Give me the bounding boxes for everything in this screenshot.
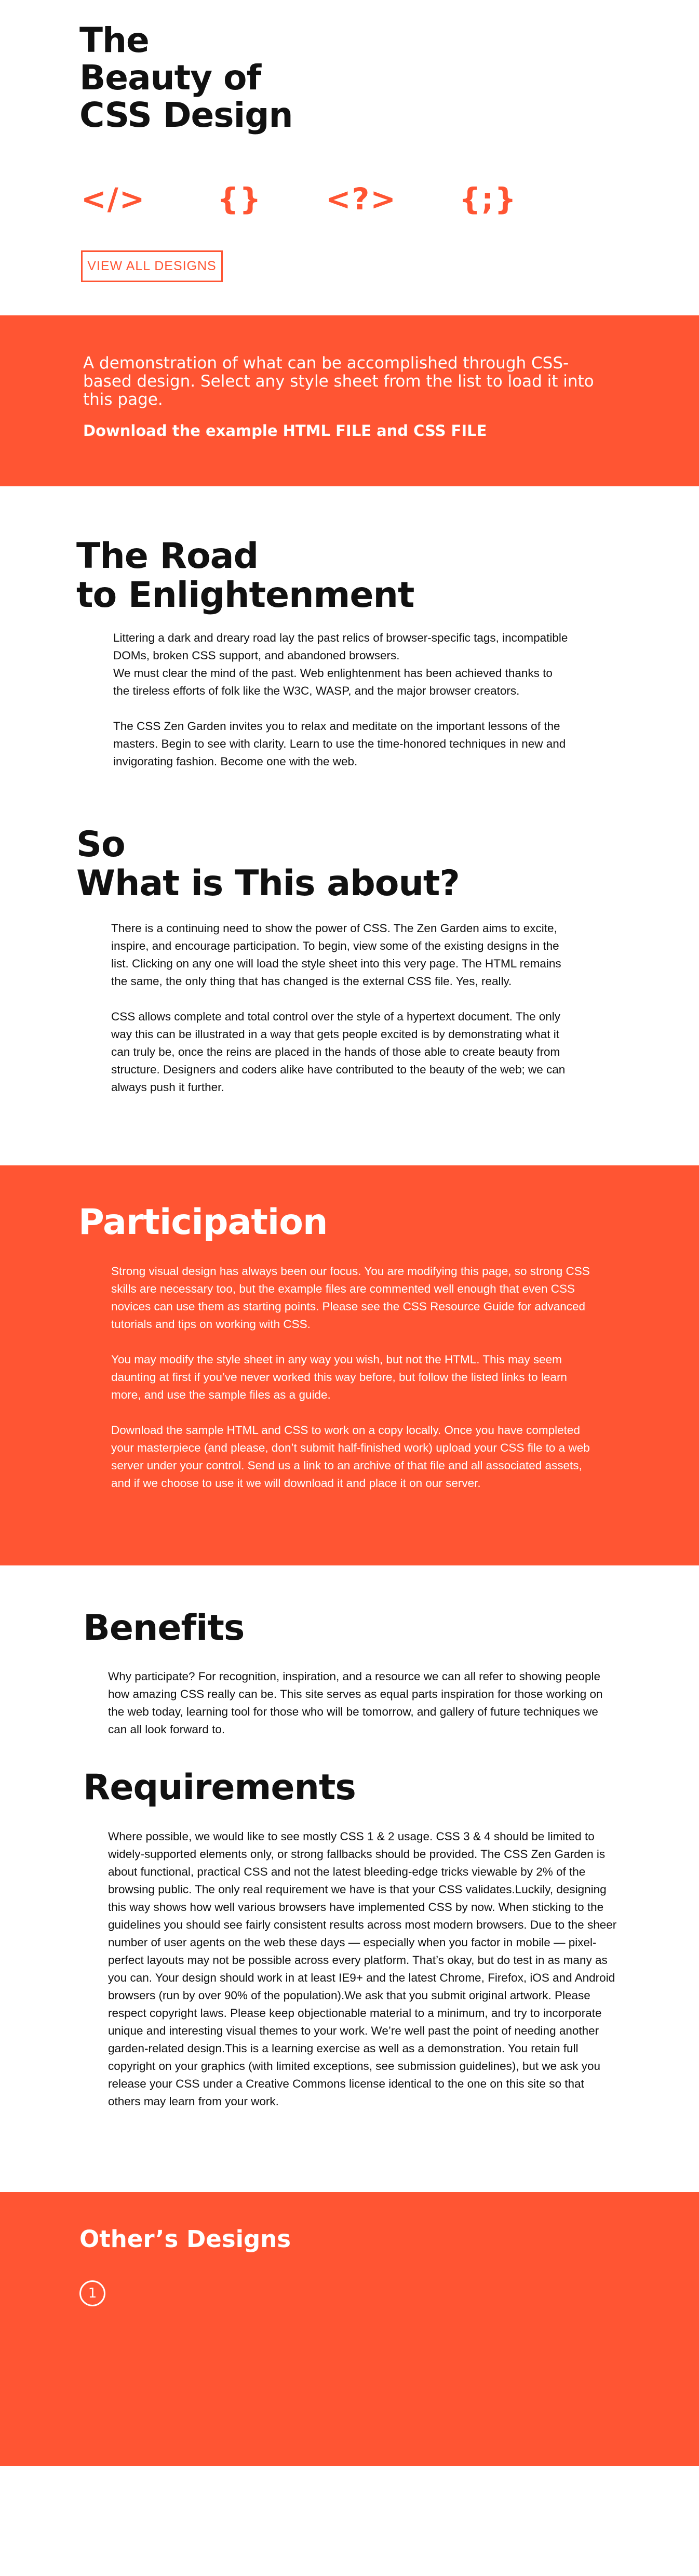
download-prefix: Download the example	[83, 422, 283, 440]
other-designs-title: Other’s Designs	[79, 2225, 291, 2253]
benefits-requirements-section: Benefits Why participate? For recognitio…	[0, 1565, 699, 2192]
main-content-section: The Road to Enlightenment Littering a da…	[0, 486, 699, 1165]
participation-paragraph: Download the sample HTML and CSS to work…	[111, 1424, 590, 1490]
html-file-link[interactable]: HTML FILE	[283, 422, 371, 440]
road-title-line: to Enlightenment	[76, 575, 414, 616]
css-file-link[interactable]: CSS FILE	[413, 422, 487, 440]
page-header: The Beauty of CSS Design </> {} <?> {;} …	[0, 0, 699, 315]
site-title: The Beauty of CSS Design	[79, 20, 293, 135]
about-paragraph: CSS allows complete and total control ov…	[111, 1010, 566, 1094]
participation-text: Strong visual design has always been our…	[111, 1263, 599, 1492]
other-designs-section: Other’s Designs 1	[0, 2192, 699, 2466]
about-title: So What is This about?	[76, 825, 460, 903]
about-title-line: So	[76, 824, 126, 865]
participation-paragraph: Strong visual design has always been our…	[111, 1265, 590, 1331]
road-paragraph: We must clear the mind of the past. Web …	[113, 667, 553, 697]
participation-section: Participation Strong visual design has a…	[0, 1165, 699, 1565]
page-number-button[interactable]: 1	[79, 2280, 105, 2306]
benefits-text: Why participate? For recognition, inspir…	[108, 1668, 617, 1738]
participation-title: Participation	[78, 1202, 328, 1243]
road-title: The Road to Enlightenment	[76, 537, 414, 615]
road-text: Littering a dark and dreary road lay the…	[113, 629, 570, 771]
about-title-line: What is This about?	[76, 863, 460, 904]
curly-braces-icon: {}	[217, 181, 262, 217]
download-middle: and	[371, 422, 414, 440]
about-text: There is a continuing need to show the p…	[111, 920, 579, 1096]
php-tag-icon: <?>	[326, 181, 397, 217]
road-paragraph: The CSS Zen Garden invites you to relax …	[113, 720, 566, 768]
requirements-paragraph: Where possible, we would like to see mos…	[108, 1830, 617, 2108]
requirements-text: Where possible, we would like to see mos…	[108, 1828, 620, 2110]
participation-paragraph: You may modify the style sheet in any wa…	[111, 1353, 567, 1401]
site-title-line: CSS Design	[79, 95, 293, 135]
html-tag-icon: </>	[81, 181, 146, 217]
intro-section: A demonstration of what can be accomplis…	[0, 315, 699, 486]
view-all-designs-button[interactable]: VIEW ALL DESIGNS	[81, 250, 223, 282]
site-title-line: Beauty of	[79, 58, 261, 98]
road-title-line: The Road	[76, 536, 259, 577]
about-paragraph: There is a continuing need to show the p…	[111, 922, 561, 988]
benefits-title: Benefits	[83, 1608, 245, 1649]
road-paragraph: Littering a dark and dreary road lay the…	[113, 631, 568, 662]
site-title-line: The	[79, 20, 150, 60]
intro-summary: A demonstration of what can be accomplis…	[83, 354, 594, 409]
benefits-paragraph: Why participate? For recognition, inspir…	[108, 1670, 603, 1736]
code-block-icon: {;}	[459, 181, 517, 217]
requirements-title: Requirements	[83, 1767, 356, 1808]
intro-download: Download the example HTML FILE and CSS F…	[83, 422, 487, 440]
